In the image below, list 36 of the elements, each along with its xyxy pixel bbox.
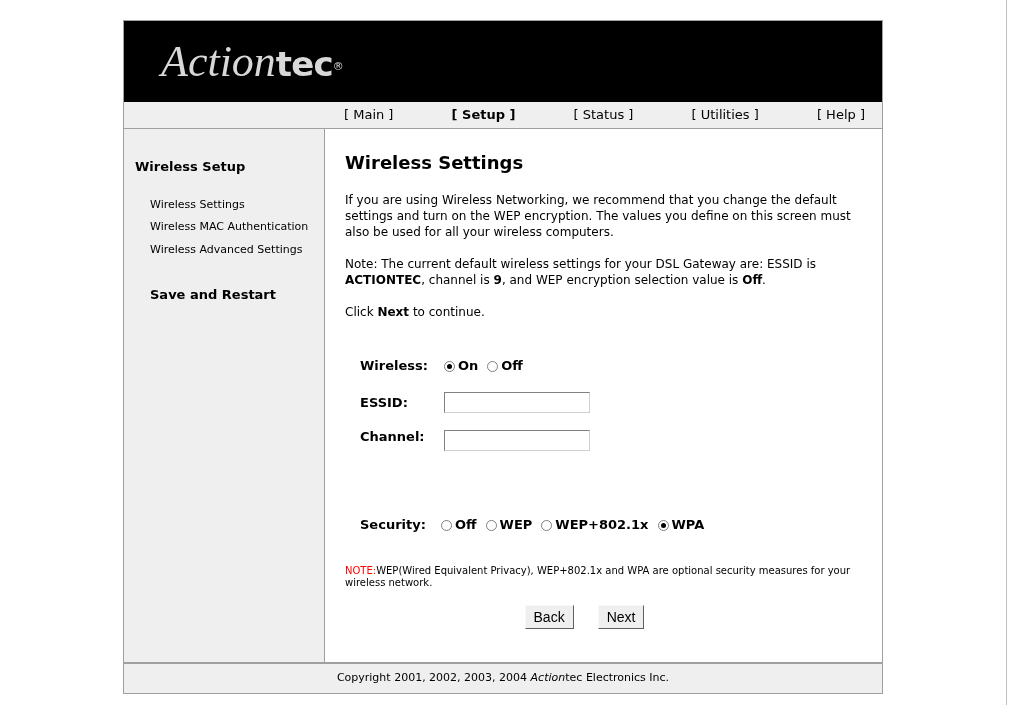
paragraph: Note: The current default wireless settings for your DSL Gateway are: ESSID is ACTIONTEC, channel is 9, and WEP encryption selection value is Off.: [345, 256, 817, 288]
nav-link[interactable]: [ Help ]: [816, 105, 865, 125]
sidebar-link[interactable]: Wireless Settings: [150, 196, 324, 213]
sidebar-link[interactable]: Wireless MAC Authentication: [150, 219, 324, 236]
radio-button[interactable]: [441, 519, 452, 531]
nav-link[interactable]: [ Status ]: [573, 105, 634, 125]
radio-label: Off: [501, 357, 523, 376]
sidebar-heading: Wireless Setup: [135, 158, 247, 176]
field-label: Security:: [360, 516, 427, 535]
radio-button[interactable]: [541, 519, 553, 531]
nav-link[interactable]: [ Setup ]: [451, 105, 516, 125]
field-label: Channel:: [360, 428, 426, 446]
nav-link[interactable]: [ Utilities ]: [691, 105, 759, 125]
nav-button[interactable]: Back: [524, 605, 574, 629]
radio-button[interactable]: [657, 519, 669, 531]
sidebar-link[interactable]: Wireless Advanced Settings: [150, 241, 324, 258]
radio-label: Off: [455, 516, 477, 535]
copyright-text: Copyright 2001, 2002, 2003, 2004 Actiontec Electronics Inc.: [336, 670, 670, 687]
nav-link[interactable]: [ Main ]: [344, 105, 394, 125]
nav-button[interactable]: Next: [597, 605, 645, 629]
radio-label: WEP: [499, 516, 533, 535]
radio-button[interactable]: [487, 360, 499, 372]
channel-field[interactable]: [444, 430, 590, 451]
field-label: Wireless:: [360, 357, 429, 376]
radio-label: On: [458, 357, 479, 376]
radio-button[interactable]: [485, 519, 497, 531]
radio-label: WEP+802.1x: [555, 516, 649, 535]
radio-label: WPA: [671, 516, 705, 535]
page-title: Wireless Settings: [345, 151, 525, 175]
essid-field[interactable]: [444, 392, 590, 413]
radio-button[interactable]: [444, 360, 455, 372]
paragraph: Click Next to continue.: [345, 304, 486, 320]
field-label: ESSID:: [360, 393, 409, 412]
sidebar-link[interactable]: Save and Restart: [135, 285, 324, 305]
paragraph: If you are using Wireless Networking, we recommend that you change the default settings and turn on the WEP encryption. The values you define on this screen must also be used for all your wireless computers.: [345, 192, 852, 240]
security-note: NOTE:WEP(Wired Equivalent Privacy), WEP+802.1x and WPA are optional security measures for your wireless network.: [345, 565, 852, 589]
